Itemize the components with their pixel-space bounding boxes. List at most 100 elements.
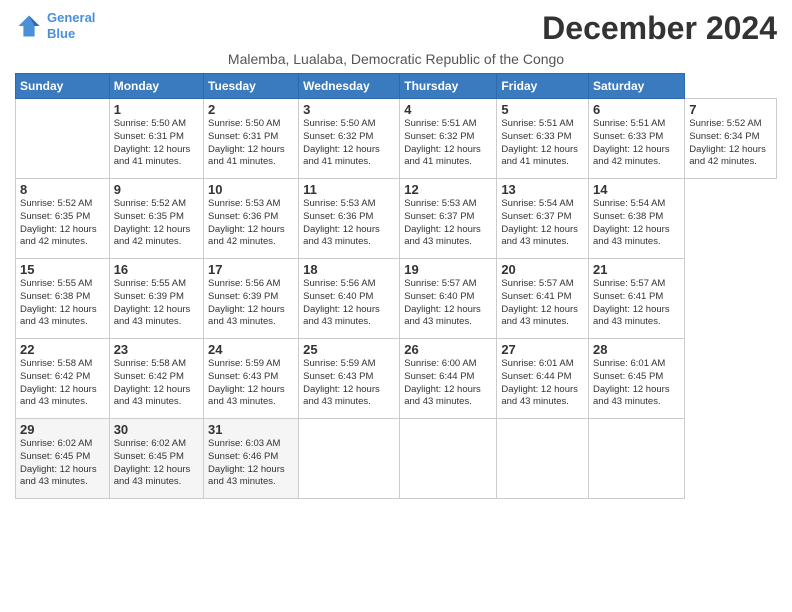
calendar-cell: 31Sunrise: 6:03 AMSunset: 6:46 PMDayligh… [204, 419, 299, 499]
cell-content: 13Sunrise: 5:54 AMSunset: 6:37 PMDayligh… [501, 182, 584, 249]
day-number: 9 [114, 182, 199, 197]
cell-info: Sunrise: 5:57 AMSunset: 6:41 PMDaylight:… [501, 278, 584, 329]
cell-content: 18Sunrise: 5:56 AMSunset: 6:40 PMDayligh… [303, 262, 395, 329]
calendar-cell: 22Sunrise: 5:58 AMSunset: 6:42 PMDayligh… [16, 339, 110, 419]
cell-content: 19Sunrise: 5:57 AMSunset: 6:40 PMDayligh… [404, 262, 492, 329]
day-number: 28 [593, 342, 680, 357]
col-header-friday: Friday [497, 74, 589, 99]
cell-content: 27Sunrise: 6:01 AMSunset: 6:44 PMDayligh… [501, 342, 584, 409]
cell-info: Sunrise: 5:52 AMSunset: 6:34 PMDaylight:… [689, 118, 772, 169]
cell-info: Sunrise: 6:02 AMSunset: 6:45 PMDaylight:… [114, 438, 199, 489]
calendar-cell: 1Sunrise: 5:50 AMSunset: 6:31 PMDaylight… [109, 99, 203, 179]
cell-info: Sunrise: 5:54 AMSunset: 6:37 PMDaylight:… [501, 198, 584, 249]
cell-content: 24Sunrise: 5:59 AMSunset: 6:43 PMDayligh… [208, 342, 294, 409]
logo: General Blue [15, 10, 95, 41]
cell-info: Sunrise: 5:54 AMSunset: 6:38 PMDaylight:… [593, 198, 680, 249]
cell-info: Sunrise: 5:53 AMSunset: 6:36 PMDaylight:… [303, 198, 395, 249]
cell-content: 26Sunrise: 6:00 AMSunset: 6:44 PMDayligh… [404, 342, 492, 409]
calendar-cell: 16Sunrise: 5:55 AMSunset: 6:39 PMDayligh… [109, 259, 203, 339]
calendar-cell: 13Sunrise: 5:54 AMSunset: 6:37 PMDayligh… [497, 179, 589, 259]
calendar-cell [400, 419, 497, 499]
cell-info: Sunrise: 5:58 AMSunset: 6:42 PMDaylight:… [114, 358, 199, 409]
cell-content: 17Sunrise: 5:56 AMSunset: 6:39 PMDayligh… [208, 262, 294, 329]
calendar-cell: 5Sunrise: 5:51 AMSunset: 6:33 PMDaylight… [497, 99, 589, 179]
calendar-cell: 29Sunrise: 6:02 AMSunset: 6:45 PMDayligh… [16, 419, 110, 499]
cell-info: Sunrise: 5:52 AMSunset: 6:35 PMDaylight:… [114, 198, 199, 249]
col-header-tuesday: Tuesday [204, 74, 299, 99]
day-number: 17 [208, 262, 294, 277]
day-number: 6 [593, 102, 680, 117]
calendar-cell: 14Sunrise: 5:54 AMSunset: 6:38 PMDayligh… [589, 179, 685, 259]
cell-info: Sunrise: 6:01 AMSunset: 6:44 PMDaylight:… [501, 358, 584, 409]
day-number: 27 [501, 342, 584, 357]
col-header-monday: Monday [109, 74, 203, 99]
calendar-cell: 30Sunrise: 6:02 AMSunset: 6:45 PMDayligh… [109, 419, 203, 499]
calendar-cell: 24Sunrise: 5:59 AMSunset: 6:43 PMDayligh… [204, 339, 299, 419]
day-number: 3 [303, 102, 395, 117]
cell-info: Sunrise: 5:56 AMSunset: 6:39 PMDaylight:… [208, 278, 294, 329]
cell-info: Sunrise: 5:59 AMSunset: 6:43 PMDaylight:… [208, 358, 294, 409]
cell-content: 29Sunrise: 6:02 AMSunset: 6:45 PMDayligh… [20, 422, 105, 489]
logo-text: General Blue [47, 10, 95, 41]
week-row-3: 22 Sunrise: 5:58 AMSunset: 6:42 PMDayligh… [16, 339, 777, 419]
cell-content: 12Sunrise: 5:53 AMSunset: 6:37 PMDayligh… [404, 182, 492, 249]
calendar-cell: 10Sunrise: 5:53 AMSunset: 6:36 PMDayligh… [204, 179, 299, 259]
cell-content: 15Sunrise: 5:55 AMSunset: 6:38 PMDayligh… [20, 262, 105, 329]
col-header-thursday: Thursday [400, 74, 497, 99]
day-number: 24 [208, 342, 294, 357]
day-number: 16 [114, 262, 199, 277]
cell-content: 30Sunrise: 6:02 AMSunset: 6:45 PMDayligh… [114, 422, 199, 489]
cell-content: 8Sunrise: 5:52 AMSunset: 6:35 PMDaylight… [20, 182, 105, 249]
col-header-saturday: Saturday [589, 74, 685, 99]
calendar-cell: 7Sunrise: 5:52 AMSunset: 6:34 PMDaylight… [685, 99, 777, 179]
calendar-cell: 21Sunrise: 5:57 AMSunset: 6:41 PMDayligh… [589, 259, 685, 339]
cell-content: 7Sunrise: 5:52 AMSunset: 6:34 PMDaylight… [689, 102, 772, 169]
day-number: 5 [501, 102, 584, 117]
cell-content: 6Sunrise: 5:51 AMSunset: 6:33 PMDaylight… [593, 102, 680, 169]
cell-content: 14Sunrise: 5:54 AMSunset: 6:38 PMDayligh… [593, 182, 680, 249]
cell-info: Sunrise: 6:03 AMSunset: 6:46 PMDaylight:… [208, 438, 294, 489]
cell-content: 2Sunrise: 5:50 AMSunset: 6:31 PMDaylight… [208, 102, 294, 169]
day-number: 13 [501, 182, 584, 197]
cell-content: 25Sunrise: 5:59 AMSunset: 6:43 PMDayligh… [303, 342, 395, 409]
calendar-cell [16, 99, 110, 179]
day-number: 30 [114, 422, 199, 437]
calendar-cell: 17Sunrise: 5:56 AMSunset: 6:39 PMDayligh… [204, 259, 299, 339]
calendar-cell [589, 419, 685, 499]
col-header-sunday: Sunday [16, 74, 110, 99]
cell-content: 4Sunrise: 5:51 AMSunset: 6:32 PMDaylight… [404, 102, 492, 169]
calendar-cell: 11Sunrise: 5:53 AMSunset: 6:36 PMDayligh… [299, 179, 400, 259]
cell-info: Sunrise: 5:50 AMSunset: 6:31 PMDaylight:… [114, 118, 199, 169]
page: General Blue December 2024 Malemba, Lual… [0, 0, 792, 612]
day-number: 2 [208, 102, 294, 117]
day-number: 23 [114, 342, 199, 357]
cell-content: 9Sunrise: 5:52 AMSunset: 6:35 PMDaylight… [114, 182, 199, 249]
cell-content: 10Sunrise: 5:53 AMSunset: 6:36 PMDayligh… [208, 182, 294, 249]
calendar-cell: 15Sunrise: 5:55 AMSunset: 6:38 PMDayligh… [16, 259, 110, 339]
day-number: 10 [208, 182, 294, 197]
cell-info: Sunrise: 5:56 AMSunset: 6:40 PMDaylight:… [303, 278, 395, 329]
day-number: 25 [303, 342, 395, 357]
cell-info: Sunrise: 5:50 AMSunset: 6:32 PMDaylight:… [303, 118, 395, 169]
calendar-cell: 2Sunrise: 5:50 AMSunset: 6:31 PMDaylight… [204, 99, 299, 179]
cell-info: Sunrise: 5:51 AMSunset: 6:32 PMDaylight:… [404, 118, 492, 169]
cell-info: Sunrise: 6:00 AMSunset: 6:44 PMDaylight:… [404, 358, 492, 409]
day-number: 15 [20, 262, 105, 277]
calendar-cell: 12Sunrise: 5:53 AMSunset: 6:37 PMDayligh… [400, 179, 497, 259]
day-number: 8 [20, 182, 105, 197]
cell-info: Sunrise: 5:50 AMSunset: 6:31 PMDaylight:… [208, 118, 294, 169]
calendar-cell: 19Sunrise: 5:57 AMSunset: 6:40 PMDayligh… [400, 259, 497, 339]
cell-content: 11Sunrise: 5:53 AMSunset: 6:36 PMDayligh… [303, 182, 395, 249]
day-number: 26 [404, 342, 492, 357]
cell-info: Sunrise: 5:51 AMSunset: 6:33 PMDaylight:… [501, 118, 584, 169]
day-number: 22 [20, 342, 105, 357]
cell-content: 5Sunrise: 5:51 AMSunset: 6:33 PMDaylight… [501, 102, 584, 169]
cell-info: Sunrise: 5:51 AMSunset: 6:33 PMDaylight:… [593, 118, 680, 169]
week-row-2: 15Sunrise: 5:55 AMSunset: 6:38 PMDayligh… [16, 259, 777, 339]
header: General Blue December 2024 [15, 10, 777, 47]
calendar-cell: 18Sunrise: 5:56 AMSunset: 6:40 PMDayligh… [299, 259, 400, 339]
week-row-1: 8 Sunrise: 5:52 AMSunset: 6:35 PMDaylight… [16, 179, 777, 259]
cell-content: 16Sunrise: 5:55 AMSunset: 6:39 PMDayligh… [114, 262, 199, 329]
cell-info: Sunrise: 5:55 AMSunset: 6:39 PMDaylight:… [114, 278, 199, 329]
day-number: 14 [593, 182, 680, 197]
